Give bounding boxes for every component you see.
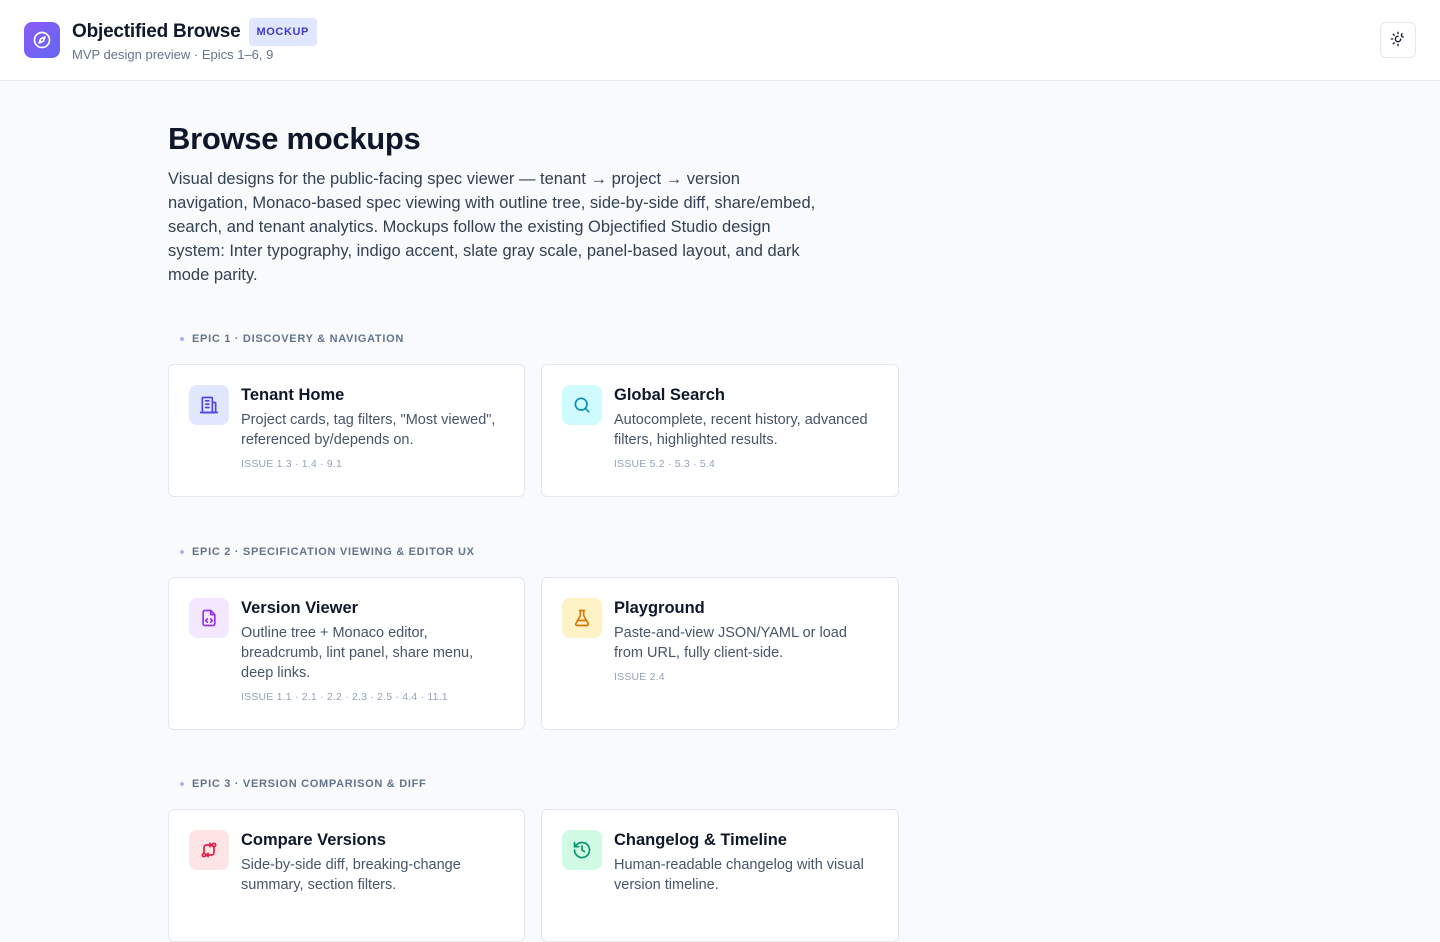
mockup-card-global-search[interactable]: Global Search Autocomplete, recent histo… — [541, 364, 899, 497]
epic-label: EPIC 3 · VERSION COMPARISON & DIFF — [180, 778, 899, 790]
epic-section: EPIC 3 · VERSION COMPARISON & DIFF Compa… — [168, 778, 899, 942]
bullet-dot — [180, 782, 184, 786]
card-description: Autocomplete, recent history, advanced f… — [614, 412, 868, 448]
mockup-card-changelog-timeline[interactable]: Changelog & Timeline Human-readable chan… — [541, 809, 899, 942]
card-title: Global Search — [614, 386, 725, 404]
card-description: Outline tree + Monaco editor, breadcrumb… — [241, 625, 474, 681]
brand: Objectified Browse MOCKUP MVP design pre… — [72, 18, 317, 62]
mockup-card-compare-versions[interactable]: Compare Versions Side-by-side diff, brea… — [168, 809, 525, 942]
mockup-card-playground[interactable]: Playground Paste-and-view JSON/YAML or l… — [541, 577, 899, 730]
flask-icon — [562, 598, 602, 638]
epic-label-text: EPIC 3 · VERSION COMPARISON & DIFF — [192, 778, 427, 790]
epic-label: EPIC 1 · DISCOVERY & NAVIGATION — [180, 333, 899, 345]
card-grid: Compare Versions Side-by-side diff, brea… — [168, 809, 899, 942]
card-title: Compare Versions — [241, 831, 386, 849]
card-grid: Tenant Home Project cards, tag filters, … — [168, 364, 899, 497]
page-title: Browse mockups — [168, 121, 421, 156]
card-issue-refs: ISSUE 1.3 · 1.4 · 9.1 — [241, 458, 343, 470]
mockup-card-version-viewer[interactable]: Version Viewer Outline tree + Monaco edi… — [168, 577, 525, 730]
page-intro: Visual designs for the public-facing spe… — [168, 170, 816, 284]
card-title: Changelog & Timeline — [614, 831, 787, 849]
epic-label-text: EPIC 2 · SPECIFICATION VIEWING & EDITOR … — [192, 546, 475, 558]
card-title: Tenant Home — [241, 386, 345, 404]
history-icon — [562, 830, 602, 870]
epic-label: EPIC 2 · SPECIFICATION VIEWING & EDITOR … — [180, 546, 899, 558]
card-grid: Version Viewer Outline tree + Monaco edi… — [168, 577, 899, 730]
card-issue-refs: ISSUE 5.2 · 5.3 · 5.4 — [614, 458, 716, 470]
file-code-icon — [189, 598, 229, 638]
mockup-badge: MOCKUP — [248, 18, 317, 46]
card-title: Playground — [614, 599, 705, 617]
card-issue-refs: ISSUE 1.1 · 2.1 · 2.2 · 2.3 · 2.5 · 4.4 … — [241, 691, 448, 703]
card-description: Human-readable changelog with visual ver… — [614, 857, 864, 893]
main-content: Browse mockups Visual designs for the pu… — [0, 81, 1440, 287]
card-description: Paste-and-view JSON/YAML or load from UR… — [614, 625, 847, 661]
compass-icon[interactable] — [24, 22, 60, 58]
card-description: Side-by-side diff, breaking-change summa… — [241, 857, 461, 893]
epic-section: EPIC 2 · SPECIFICATION VIEWING & EDITOR … — [168, 546, 899, 730]
epic-label-text: EPIC 1 · DISCOVERY & NAVIGATION — [192, 333, 404, 345]
search-icon — [562, 385, 602, 425]
bullet-dot — [180, 337, 184, 341]
epic-section: EPIC 1 · DISCOVERY & NAVIGATION Tenant H… — [168, 333, 899, 497]
card-title: Version Viewer — [241, 599, 359, 617]
top-bar: Objectified Browse MOCKUP MVP design pre… — [0, 0, 1440, 81]
building-icon — [189, 385, 229, 425]
app-subtitle: MVP design preview · Epics 1–6, 9 — [72, 47, 274, 62]
card-description: Project cards, tag filters, "Most viewed… — [241, 412, 496, 448]
theme-toggle-icon — [1390, 31, 1406, 50]
mockup-card-tenant-home[interactable]: Tenant Home Project cards, tag filters, … — [168, 364, 525, 497]
card-issue-refs: ISSUE 2.4 — [614, 671, 665, 683]
theme-toggle-button[interactable] — [1380, 22, 1416, 58]
bullet-dot — [180, 550, 184, 554]
compare-arrows-icon — [189, 830, 229, 870]
app-title[interactable]: Objectified Browse — [72, 21, 241, 43]
